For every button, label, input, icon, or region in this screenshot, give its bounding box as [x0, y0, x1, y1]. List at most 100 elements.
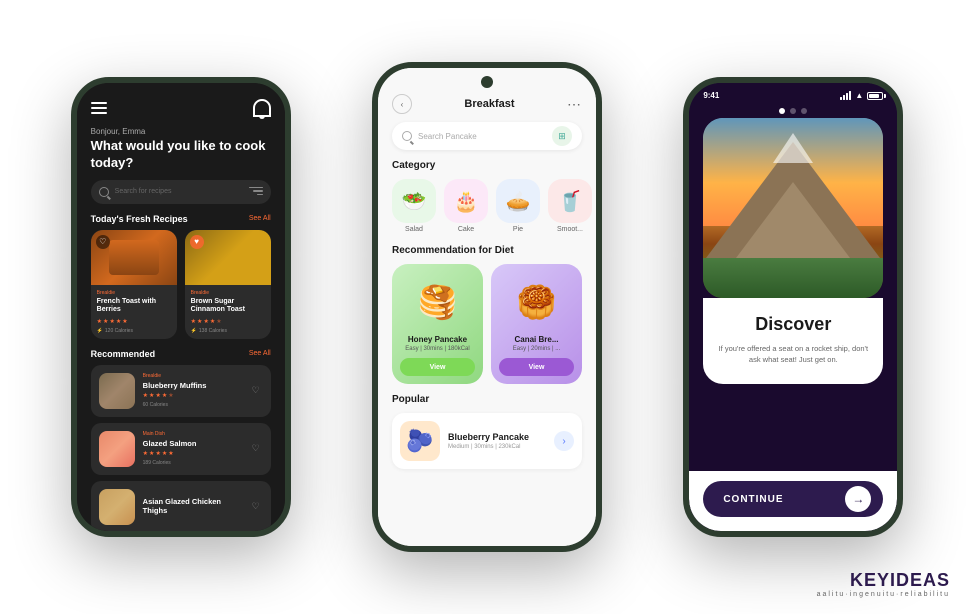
popular-item-1[interactable]: 🫐 Blueberry Pancake Medium | 30mins | 23…: [392, 413, 582, 469]
rec1-title: Blueberry Muffins: [143, 381, 241, 390]
card2-title: Brown Sugar Cinnamon Toast: [191, 298, 265, 315]
rec1-image: [99, 373, 135, 409]
smoothie-icon: 🥤: [548, 179, 592, 223]
popular-arrow[interactable]: ›: [554, 431, 574, 451]
rec-item-3[interactable]: Asian Glazed Chicken Thighs ♡: [91, 481, 271, 531]
card1-image: ♡: [91, 230, 177, 285]
phone2-frame: ‹ Breakfast ⋯ Search Pancake ⊞ Category …: [372, 62, 602, 552]
rec-see-all[interactable]: See All: [249, 350, 271, 357]
card1-stars: ★★★ ★★: [97, 318, 171, 325]
rec3-heart[interactable]: ♡: [249, 500, 263, 514]
page-dots: [689, 108, 897, 114]
signal-icon: [840, 91, 851, 100]
phone3-screen: 9:41 ▲: [689, 83, 897, 531]
rec1-heart[interactable]: ♡: [249, 384, 263, 398]
card2-meta: ⚡ 138 Calories: [191, 328, 265, 334]
diet1-view-btn[interactable]: View: [400, 358, 475, 376]
battery-icon: [867, 92, 883, 100]
p2-category-title: Category: [378, 160, 596, 179]
rec-item-1[interactable]: Brealdie Blueberry Muffins ★★★ ★★ 60 Cal…: [91, 365, 271, 417]
card1-title: French Toast with Berries: [97, 298, 171, 315]
page-container: Bonjour, Emma What would you like to coo…: [0, 0, 974, 614]
dot-1: [779, 108, 785, 114]
p2-search-text: Search Pancake: [418, 132, 546, 141]
p3-bottom-bar: CONTINUE →: [689, 471, 897, 531]
rec2-category: Main Dish: [143, 431, 241, 437]
fresh-section-header: Today's Fresh Recipes See All: [77, 214, 285, 230]
diet2-name: Canai Bre...: [499, 335, 574, 344]
menu-icon[interactable]: [91, 102, 107, 114]
diet1-info: Easy | 30mins | 180kCal: [400, 346, 475, 352]
dot-3: [801, 108, 807, 114]
card1-category: Brealdie: [97, 290, 171, 296]
search-placeholder: Search for recipes: [115, 188, 243, 195]
phone1-screen: Bonjour, Emma What would you like to coo…: [77, 83, 285, 531]
mountain-image: [703, 118, 883, 298]
rec1-stars: ★★★ ★★: [143, 392, 241, 399]
diet-card-2[interactable]: 🥮 Canai Bre... Easy | 20mins | ... View: [491, 264, 582, 384]
continue-label: CONTINUE: [723, 494, 783, 505]
cake-icon: 🎂: [444, 179, 488, 223]
rec2-image: [99, 431, 135, 467]
rec3-image: [99, 489, 135, 525]
diet-card-1[interactable]: 🥞 Honey Pancake Easy | 30mins | 180kCal …: [392, 264, 483, 384]
fresh-card-1[interactable]: ♡ Brealdie French Toast with Berries ★★★…: [91, 230, 177, 339]
rec3-title: Asian Glazed Chicken Thighs: [143, 497, 241, 515]
diet-section: Recommendation for Diet 🥞 Honey Pancake …: [378, 245, 596, 394]
company-tagline: aalitu·ingenuitu·reliabilitu: [817, 591, 950, 598]
salad-icon: 🥗: [392, 179, 436, 223]
diet2-info: Easy | 20mins | ...: [499, 346, 574, 352]
p1-title: What would you like to cook today?: [77, 136, 285, 180]
card2-stars: ★★★ ★★: [191, 318, 265, 325]
rec2-calories: 189 Calories: [143, 460, 171, 466]
fresh-card-2[interactable]: ♥ Brealdie Brown Sugar Cinnamon Toast ★★…: [185, 230, 271, 339]
diet1-image: 🥞: [402, 274, 472, 329]
p2-notch: [481, 76, 493, 88]
card1-meta: ⚡ 120 Calories: [97, 328, 171, 334]
phone1-frame: Bonjour, Emma What would you like to coo…: [71, 77, 291, 537]
p1-greeting: Bonjour, Emma: [77, 123, 285, 136]
discover-title: Discover: [717, 314, 869, 335]
fresh-see-all[interactable]: See All: [249, 215, 271, 222]
pie-icon: 🥧: [496, 179, 540, 223]
p2-filter-btn[interactable]: ⊞: [552, 126, 572, 146]
rec-section-header: Recommended See All: [77, 349, 285, 365]
phone2-screen: ‹ Breakfast ⋯ Search Pancake ⊞ Category …: [378, 68, 596, 546]
phone3-frame: 9:41 ▲: [683, 77, 903, 537]
search-icon: [99, 187, 109, 197]
card2-heart[interactable]: ♥: [190, 235, 204, 249]
recommended-list: Brealdie Blueberry Muffins ★★★ ★★ 60 Cal…: [77, 365, 285, 531]
cat-salad[interactable]: 🥗 Salad: [392, 179, 436, 233]
bell-icon[interactable]: [253, 99, 271, 117]
fresh-title: Today's Fresh Recipes: [91, 214, 188, 224]
discover-card: Discover If you're offered a seat on a r…: [703, 298, 883, 384]
wifi-icon: ▲: [855, 91, 863, 100]
status-icons: ▲: [840, 91, 883, 100]
popular-info: Medium | 30mins | 230kCal: [448, 444, 546, 450]
arrow-icon: →: [845, 486, 871, 512]
p2-search-bar[interactable]: Search Pancake ⊞: [392, 122, 582, 150]
card1-heart[interactable]: ♡: [96, 235, 110, 249]
rec-item-2[interactable]: Main Dish Glazed Salmon ★★★ ★★ 189 Calor…: [91, 423, 271, 475]
diet2-view-btn[interactable]: View: [499, 358, 574, 376]
rec1-calories: 60 Calories: [143, 402, 168, 408]
diet-cards-row: 🥞 Honey Pancake Easy | 30mins | 180kCal …: [392, 264, 582, 384]
cat-smoothie[interactable]: 🥤 Smoot...: [548, 179, 592, 233]
rec2-title: Glazed Salmon: [143, 439, 241, 448]
filter-icon[interactable]: [249, 187, 263, 197]
p1-search-bar[interactable]: Search for recipes: [91, 180, 271, 204]
continue-button[interactable]: CONTINUE →: [703, 481, 883, 517]
rec2-heart[interactable]: ♡: [249, 442, 263, 456]
card2-calories: ⚡ 138 Calories: [191, 328, 227, 334]
cat-pie[interactable]: 🥧 Pie: [496, 179, 540, 233]
cat-cake[interactable]: 🎂 Cake: [444, 179, 488, 233]
search-icon: [402, 131, 412, 141]
diet1-name: Honey Pancake: [400, 335, 475, 344]
diet-title: Recommendation for Diet: [392, 245, 582, 256]
more-options[interactable]: ⋯: [567, 96, 582, 113]
card1-calories: ⚡ 120 Calories: [97, 328, 133, 334]
diet2-image: 🥮: [501, 274, 571, 329]
back-button[interactable]: ‹: [392, 94, 412, 114]
status-bar: 9:41 ▲: [689, 83, 897, 104]
card2-image: ♥: [185, 230, 271, 285]
